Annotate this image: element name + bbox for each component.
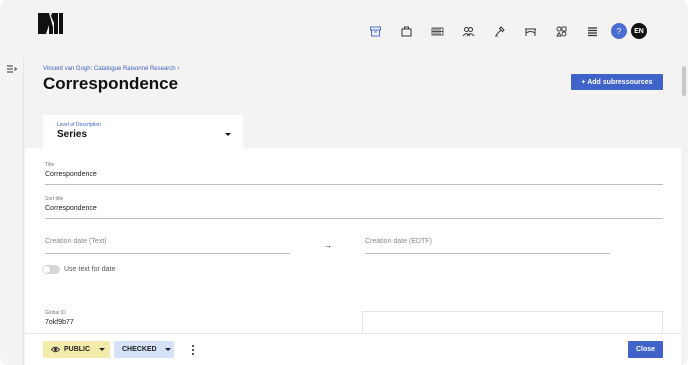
nav-records[interactable] (422, 22, 453, 40)
nav-places[interactable] (515, 22, 546, 40)
breadcrumb: Vincent van Gogh: Catalogue Raisonné Res… (43, 66, 179, 72)
title-field[interactable]: Title Correspondence (45, 162, 663, 185)
action-footer: PUBLIC CHECKED Close (25, 333, 681, 365)
level-of-description-select[interactable]: Level of Description Series (43, 115, 243, 149)
creation-date-edtf-field[interactable]: Creation date (EDTF) (365, 238, 610, 254)
people-icon (462, 26, 475, 36)
level-of-description-label: Level of Description (57, 122, 101, 128)
eye-icon (51, 346, 60, 353)
nav-tools[interactable] (484, 22, 515, 40)
sort-title-underline (45, 218, 663, 219)
tools-icon (495, 25, 505, 36)
creation-date-text-field[interactable]: Creation date (Text) (45, 238, 290, 254)
record-form: Title Correspondence Sort title Correspo… (25, 148, 681, 333)
breadcrumb-separator: › (177, 66, 180, 72)
status-label: CHECKED (122, 346, 157, 353)
nav-list[interactable] (577, 22, 608, 40)
breadcrumb-parent-link[interactable]: Vincent van Gogh: Catalogue Raisonné Res… (43, 66, 176, 72)
building-icon (401, 26, 412, 36)
page-title: Correspondence (43, 74, 179, 93)
global-id-field: Global ID 7okf9b77 (45, 310, 245, 326)
creation-date-text-placeholder: Creation date (Text) (45, 238, 107, 245)
add-subresources-button[interactable]: + Add subressources (571, 74, 663, 90)
nav-archive[interactable] (360, 22, 391, 40)
sort-title-label: Sort title (45, 196, 64, 202)
more-options-icon[interactable] (191, 345, 195, 355)
level-of-description-value: Series (57, 129, 88, 140)
status-dropdown[interactable]: CHECKED (114, 341, 174, 358)
nav-people[interactable] (453, 22, 484, 40)
app-window: ? EN Vincent van Gogh: Catalogue Raisonn… (0, 0, 688, 365)
objects-icon (556, 26, 567, 36)
language-button[interactable]: EN (631, 23, 647, 39)
top-bar: ? EN (0, 0, 688, 58)
creation-date-edtf-underline (365, 253, 610, 254)
toggle-knob (43, 266, 50, 273)
chevron-down-icon (164, 348, 171, 351)
creation-date-text-underline (45, 253, 290, 254)
nav-repository[interactable] (391, 22, 422, 40)
use-text-for-date-label: Use text for date (64, 266, 116, 273)
close-button[interactable]: Close (628, 341, 663, 358)
list-icon (588, 26, 597, 36)
sort-title-field[interactable]: Sort title Correspondence (45, 196, 663, 219)
use-text-for-date-toggle[interactable] (42, 265, 60, 274)
title-label: Title (45, 162, 55, 168)
creation-date-edtf-placeholder: Creation date (EDTF) (365, 238, 432, 245)
side-panel-box (362, 311, 663, 333)
archive-icon (370, 26, 381, 36)
visibility-dropdown[interactable]: PUBLIC (43, 341, 110, 358)
global-id-value: 7okf9b77 (45, 319, 74, 326)
chevron-down-icon (99, 348, 106, 351)
nav-objects[interactable] (546, 22, 577, 40)
global-id-label: Global ID (45, 310, 66, 316)
title-value[interactable]: Correspondence (45, 171, 663, 178)
main-navigation (360, 22, 608, 40)
logo-icon[interactable] (38, 13, 63, 34)
arrow-right-icon: → (324, 241, 332, 250)
records-icon (431, 27, 444, 35)
visibility-label: PUBLIC (64, 346, 91, 353)
chevron-down-icon (225, 133, 231, 136)
bridge-icon (525, 28, 536, 36)
left-rail (0, 58, 24, 365)
scrollbar[interactable] (681, 58, 688, 365)
title-underline (45, 184, 663, 185)
help-button[interactable]: ? (611, 23, 627, 39)
sidebar-toggle-icon[interactable] (7, 65, 17, 73)
sort-title-value[interactable]: Correspondence (45, 205, 663, 212)
scrollbar-thumb[interactable] (682, 66, 686, 96)
